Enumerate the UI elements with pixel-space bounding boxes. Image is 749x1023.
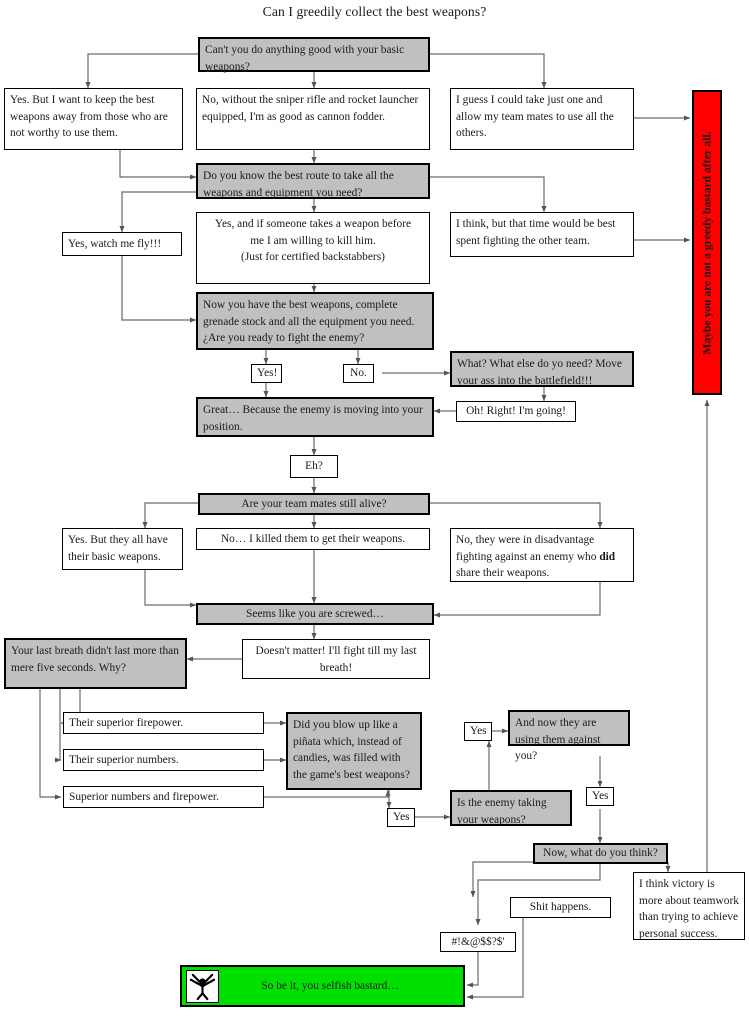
node-question-screwed[interactable]: Seems like you are screwed… [196,603,434,625]
ending-selfish-bastard-label: So be it, you selfish bastard… [261,980,399,992]
node-answer-basic-weapons[interactable]: Yes. But they all have their basic weapo… [62,528,183,570]
kill-him-line-3: (Just for certified backstabbers) [241,251,385,264]
node-question-ready-to-fight[interactable]: Now you have the best weapons, complete … [196,292,434,350]
flowchart-canvas: Can I greedily collect the best weapons? [0,0,749,1023]
node-answer-curse[interactable]: #!&@$$?$' [440,932,516,952]
node-answer-teamwork[interactable]: I think victory is more about teamwork t… [633,872,745,940]
label-yes-pinata[interactable]: Yes [387,808,415,827]
kill-him-line-1: Yes, and if someone takes a weapon befor… [214,218,412,230]
node-question-best-route[interactable]: Do you know the best route to take all t… [196,163,430,199]
disadvantage-text-pre: No, they were in disadvantage fighting a… [456,534,600,563]
node-answer-killed-them[interactable]: No… I killed them to get their weapons. [196,528,430,550]
node-answer-time-better-spent[interactable]: I think, but that time would be best spe… [450,212,634,257]
node-question-pinata[interactable]: Did you blow up like a piñata which, ins… [286,712,422,790]
node-answer-what-else[interactable]: What? What else do yo need? Move your as… [450,351,634,387]
label-yes-using[interactable]: Yes [586,787,614,806]
node-ending-not-greedy[interactable]: Maybe you are not a greedy bastard after… [692,90,722,395]
node-answer-keep-away[interactable]: Yes. But I want to keep the best weapons… [4,88,183,150]
kill-him-line-2: me I am willing to kill him. [250,234,376,247]
page-title: Can I greedily collect the best weapons? [262,4,487,19]
node-answer-shit-happens[interactable]: Shit happens. [510,897,611,918]
node-answer-take-just-one[interactable]: I guess I could take just one and allow … [450,88,634,150]
node-answer-superior-firepower[interactable]: Their superior firepower. [63,712,264,734]
node-answer-last-breath[interactable]: Doesn't matter! I'll fight till my last … [242,639,430,679]
node-answer-kill-him[interactable]: Yes, and if someone takes a weapon befor… [196,212,430,284]
node-question-basic-weapons[interactable]: Can't you do anything good with your bas… [198,37,430,73]
node-answer-cannon-fodder[interactable]: No, without the sniper rifle and rocket … [196,88,430,150]
node-question-enemy-moving[interactable]: Great… Because the enemy is moving into … [196,397,434,437]
node-answer-superior-both[interactable]: Superior numbers and firepower. [63,786,264,808]
node-answer-disadvantage[interactable]: No, they were in disadvantage fighting a… [450,528,634,582]
stick-figure-with-weapons-icon [186,969,219,1003]
node-question-why[interactable]: Your last breath didn't last more than m… [4,638,187,689]
node-question-team-mates-alive[interactable]: Are your team mates still alive? [198,493,430,515]
node-answer-superior-numbers[interactable]: Their superior numbers. [63,749,264,771]
node-question-what-do-you-think[interactable]: Now, what do you think? [533,843,668,864]
label-yes-taking[interactable]: Yes [464,722,492,741]
label-eh[interactable]: Eh? [290,455,338,478]
node-question-enemy-taking[interactable]: Is the enemy taking your weapons? [450,790,572,826]
node-answer-oh-right[interactable]: Oh! Right! I'm going! [456,401,576,422]
disadvantage-text-post: share their weapons. [456,567,550,580]
node-question-using-against[interactable]: And now they are using them against you? [508,710,630,762]
disadvantage-text-bold: did [599,550,616,563]
label-no-ready[interactable]: No. [343,364,374,383]
node-ending-selfish-bastard[interactable]: So be it, you selfish bastard… [180,965,465,1007]
node-answer-watch-me-fly[interactable]: Yes, watch me fly!!! [62,232,182,256]
label-yes-ready[interactable]: Yes! [251,364,282,383]
ending-not-greedy-label: Maybe you are not a greedy bastard after… [700,130,714,355]
